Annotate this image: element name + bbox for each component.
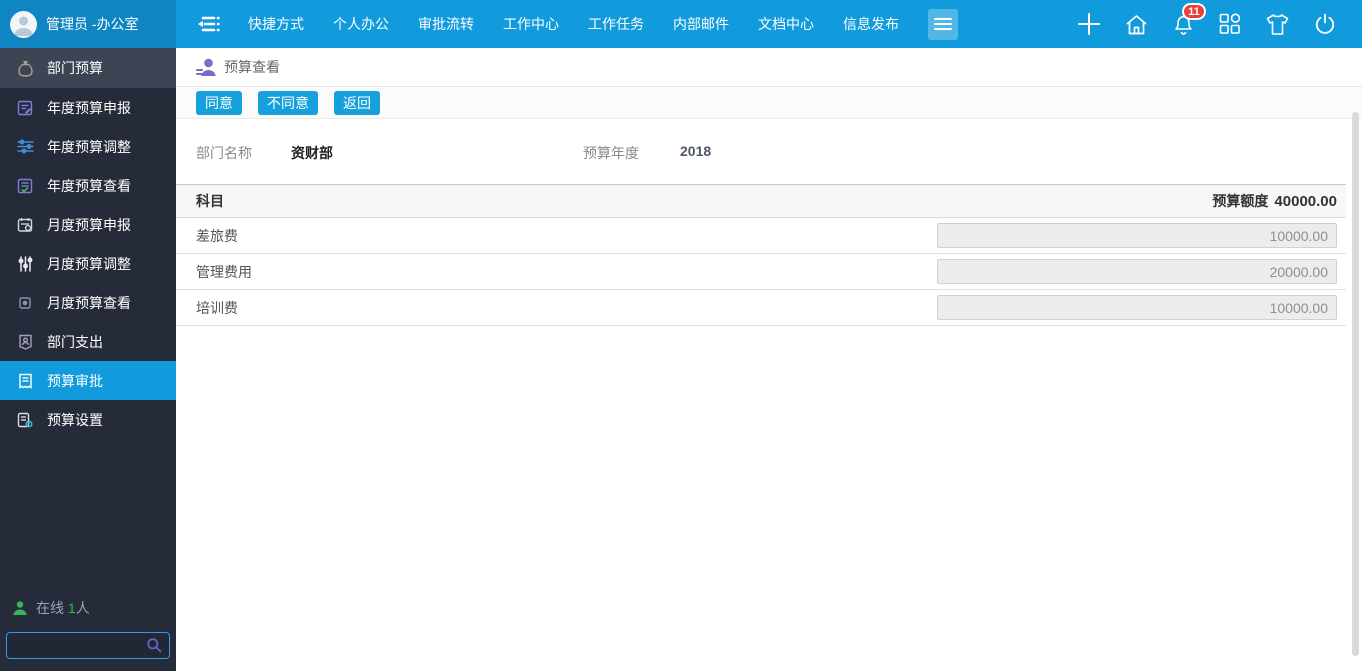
power-icon[interactable] — [1314, 13, 1336, 36]
amount-input[interactable] — [937, 223, 1337, 248]
sidebar-item-dept-budget[interactable]: 部门预算 — [0, 48, 176, 88]
topbar-actions: 11 — [1053, 3, 1362, 36]
nav-info-publish[interactable]: 信息发布 — [843, 14, 899, 34]
sidebar-footer: 在线 1人 — [0, 598, 176, 659]
sidebar-item-label: 月度预算查看 — [47, 294, 131, 311]
online-count: 1 — [67, 600, 76, 616]
disagree-button[interactable]: 不同意 — [258, 90, 318, 115]
sidebar-search — [6, 632, 170, 659]
dept-name-label: 部门名称 — [196, 145, 252, 161]
nav-work-center[interactable]: 工作中心 — [503, 14, 559, 34]
main-content: 预算查看 同意 不同意 返回 部门名称 资财部 预算年度 2018 科目 预算额… — [176, 48, 1362, 671]
topbar: 管理员 -办公室 快捷方式 个人办公 审批流转 工作中心 工作任务 内部邮件 文… — [0, 0, 1362, 48]
amount-input[interactable] — [937, 295, 1337, 320]
budget-total: 预算额度 40000.00 — [1212, 193, 1337, 210]
online-person-icon — [13, 601, 27, 615]
sidebar-item-label: 预算审批 — [47, 372, 103, 389]
person-icon — [14, 16, 33, 36]
breadcrumb: 预算查看 — [176, 48, 1362, 87]
toolbar: 同意 不同意 返回 — [176, 87, 1362, 119]
app-window: 管理员 -办公室 快捷方式 个人办公 审批流转 工作中心 工作任务 内部邮件 文… — [0, 0, 1362, 671]
expense-badge-icon — [14, 334, 36, 350]
settings-doc-icon — [14, 412, 36, 428]
nav-shortcuts[interactable]: 快捷方式 — [248, 14, 304, 34]
sidebar-item-label: 年度预算调整 — [47, 138, 131, 155]
user-list-icon — [196, 58, 216, 76]
sidebar-item-budget-settings[interactable]: 预算设置 — [0, 400, 176, 439]
sidebar-item-annual-budget-adjust[interactable]: 年度预算调整 — [0, 127, 176, 166]
budget-year-value: 2018 — [680, 143, 712, 159]
sidebar: 部门预算 年度预算申报 年度预算调整 年度预算查看 月度预算申报 月度预算调整 … — [0, 48, 176, 671]
subject-name: 差旅费 — [196, 227, 238, 244]
sidebar-item-label: 预算设置 — [47, 411, 103, 428]
agree-button[interactable]: 同意 — [196, 90, 242, 115]
sliders-v-icon — [14, 255, 36, 272]
modules-grid-icon[interactable] — [1219, 13, 1241, 35]
bell-icon[interactable]: 11 — [1172, 3, 1206, 36]
home-icon[interactable] — [1125, 13, 1148, 36]
user-menu[interactable]: 管理员 -办公室 — [0, 0, 176, 48]
online-status: 在线 1人 — [0, 598, 176, 618]
approve-doc-icon — [14, 373, 36, 389]
doc-view-icon — [14, 178, 36, 194]
nav-document-center[interactable]: 文档中心 — [758, 14, 814, 34]
sidebar-item-dept-expense[interactable]: 部门支出 — [0, 322, 176, 361]
top-navigation: 快捷方式 个人办公 审批流转 工作中心 工作任务 内部邮件 文档中心 信息发布 — [248, 14, 928, 34]
table-row: 培训费 — [176, 290, 1346, 326]
sidebar-item-label: 部门预算 — [47, 60, 103, 76]
dept-name-value: 资财部 — [291, 145, 333, 161]
apps-menu-icon[interactable] — [928, 8, 958, 40]
budget-form-header: 部门名称 资财部 预算年度 2018 — [176, 119, 1346, 185]
month-report-icon — [14, 217, 36, 233]
page-title: 预算查看 — [224, 59, 280, 75]
sidebar-item-label: 月度预算申报 — [47, 216, 131, 233]
plus-icon[interactable] — [1077, 12, 1101, 36]
nav-work-tasks[interactable]: 工作任务 — [588, 14, 644, 34]
sidebar-item-annual-budget-view[interactable]: 年度预算查看 — [0, 166, 176, 205]
money-bag-icon — [14, 60, 36, 77]
nav-approval-flow[interactable]: 审批流转 — [418, 14, 474, 34]
sidebar-item-label: 月度预算调整 — [47, 255, 131, 272]
sidebar-item-label: 年度预算查看 — [47, 177, 131, 194]
sidebar-item-monthly-budget-adjust[interactable]: 月度预算调整 — [0, 244, 176, 283]
sidebar-item-budget-approval[interactable]: 预算审批 — [0, 361, 176, 400]
theme-shirt-icon[interactable] — [1265, 13, 1290, 36]
doc-edit-icon — [14, 100, 36, 116]
month-view-icon — [14, 296, 36, 309]
user-name: 管理员 -办公室 — [46, 16, 139, 32]
search-icon[interactable] — [146, 637, 162, 653]
table-row: 管理费用 — [176, 254, 1346, 290]
table-row: 差旅费 — [176, 218, 1346, 254]
budget-year-label: 预算年度 — [583, 145, 639, 161]
sliders-h-icon — [14, 139, 36, 154]
amount-input[interactable] — [937, 259, 1337, 284]
notification-badge: 11 — [1182, 3, 1206, 20]
sidebar-item-annual-budget-declare[interactable]: 年度预算申报 — [0, 88, 176, 127]
subject-table-header: 科目 预算额度 40000.00 — [176, 185, 1346, 218]
subject-column-header: 科目 — [196, 193, 224, 209]
sidebar-item-label: 年度预算申报 — [47, 99, 131, 116]
avatar — [10, 10, 37, 38]
nav-personal-office[interactable]: 个人办公 — [333, 14, 389, 34]
sidebar-item-monthly-budget-declare[interactable]: 月度预算申报 — [0, 205, 176, 244]
online-label: 在线 1人 — [36, 600, 90, 616]
budget-total-value: 40000.00 — [1274, 193, 1337, 210]
back-button[interactable]: 返回 — [334, 90, 380, 115]
subject-name: 培训费 — [196, 299, 238, 316]
nav-internal-mail[interactable]: 内部邮件 — [673, 14, 729, 34]
scrollbar-thumb[interactable] — [1352, 112, 1359, 656]
subject-name: 管理费用 — [196, 263, 252, 280]
sidebar-item-monthly-budget-view[interactable]: 月度预算查看 — [0, 283, 176, 322]
menu-fold-icon[interactable] — [197, 14, 221, 34]
sidebar-item-label: 部门支出 — [47, 333, 103, 350]
